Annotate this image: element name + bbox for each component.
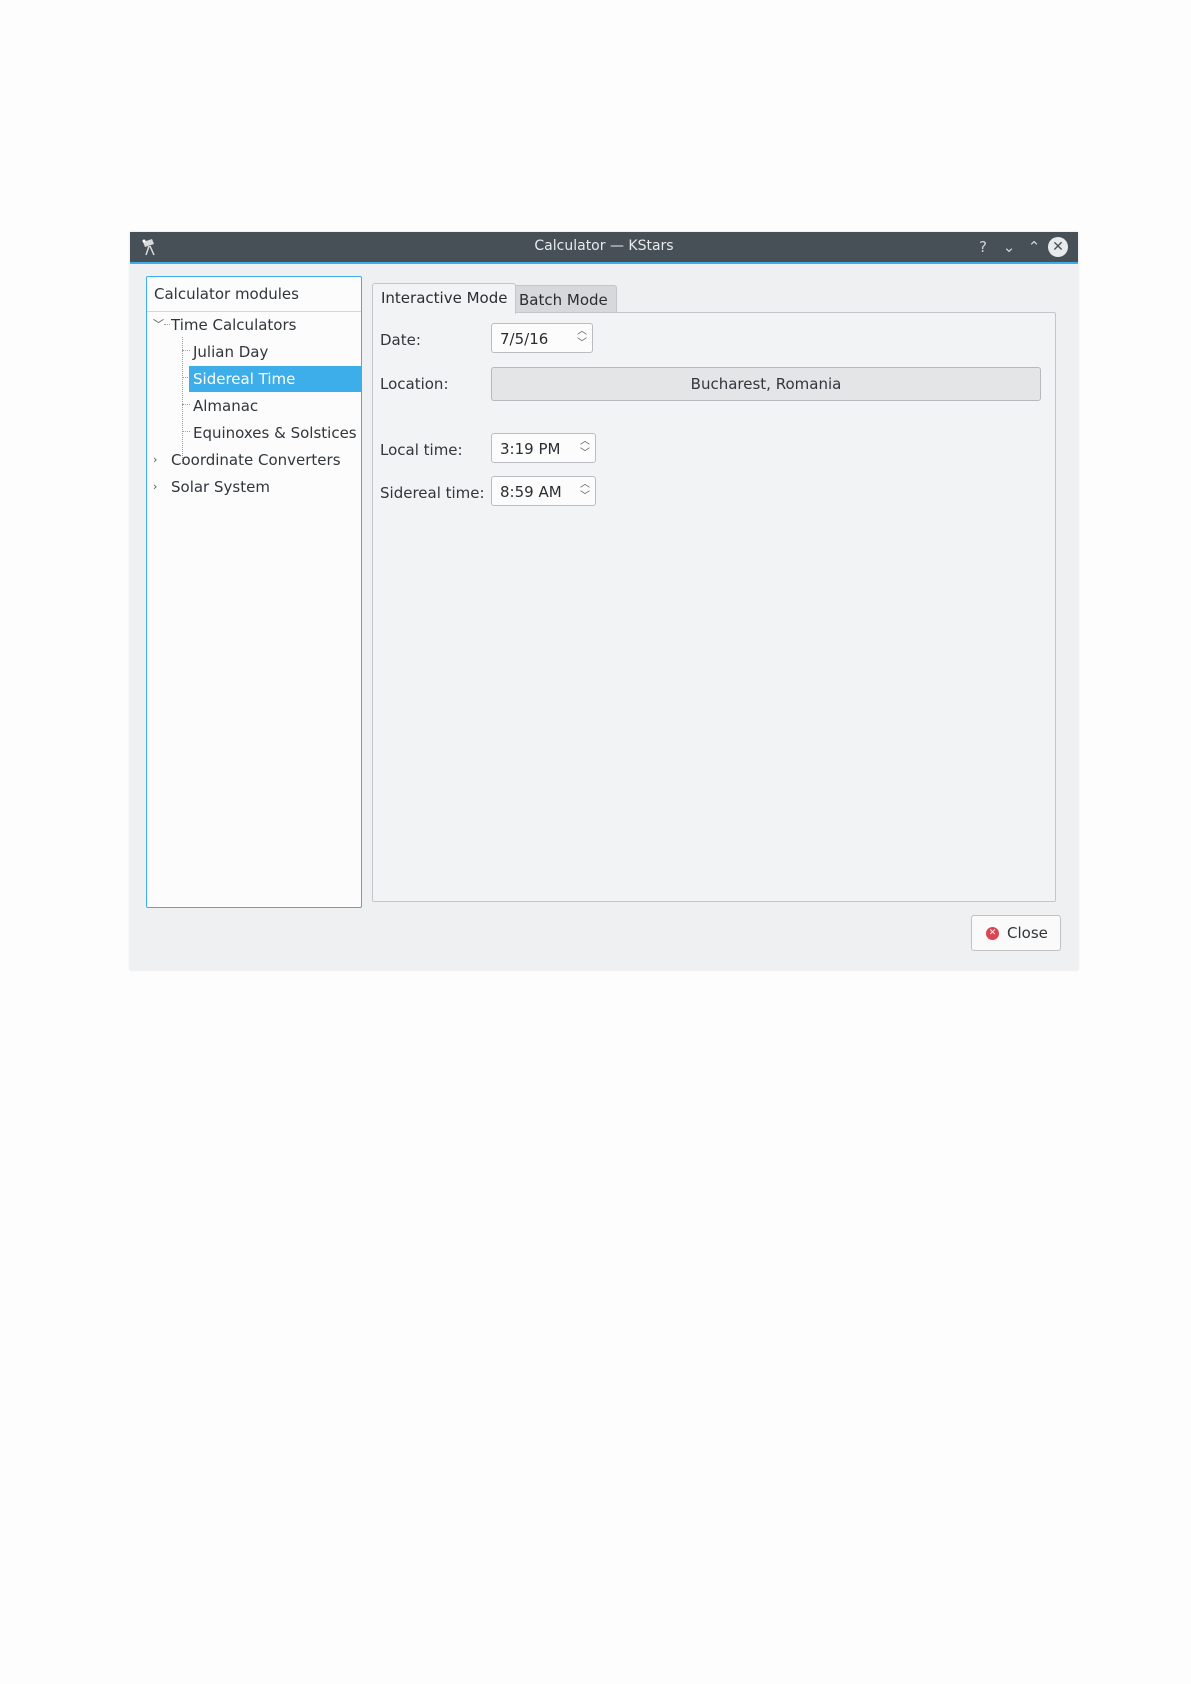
help-icon[interactable]: ? — [972, 236, 994, 258]
tree-item-julian-day[interactable]: Julian Day — [193, 339, 268, 365]
tree-item-almanac[interactable]: Almanac — [193, 393, 258, 419]
tab-interactive-mode[interactable]: Interactive Mode — [372, 283, 517, 314]
date-label: Date: — [380, 331, 421, 349]
location-button[interactable]: Bucharest, Romania — [491, 367, 1041, 401]
chevron-right-icon[interactable]: › — [153, 447, 165, 473]
close-button[interactable]: ✕ Close — [971, 915, 1061, 951]
tree-item-sidereal-time[interactable]: Sidereal Time — [189, 366, 361, 392]
date-spinbox[interactable]: 7/5/16 ︿ ﹀ — [491, 323, 593, 353]
minimize-icon[interactable]: ⌄ — [998, 236, 1020, 258]
chevron-right-icon[interactable]: › — [153, 474, 165, 500]
title-bar[interactable]: Calculator — KStars ? ⌄ ⌃ ✕ — [130, 232, 1078, 264]
tree-guide-line — [182, 404, 190, 405]
close-button-label: Close — [1007, 924, 1048, 942]
chevron-down-icon[interactable]: ﹀ — [153, 312, 165, 338]
sidereal-time-label: Sidereal time: — [380, 484, 485, 502]
sidereal-time-spinbox[interactable]: 8:59 AM ︿ ﹀ — [491, 476, 596, 506]
local-time-label: Local time: — [380, 441, 463, 459]
maximize-icon[interactable]: ⌃ — [1023, 236, 1045, 258]
tree-item-time-calculators[interactable]: Time Calculators — [171, 312, 296, 338]
sidereal-time-value: 8:59 AM — [500, 483, 562, 501]
tree-item-solar-system[interactable]: Solar System — [171, 474, 270, 500]
modules-header: Calculator modules — [147, 277, 361, 312]
spin-arrows-icon[interactable]: ︿ ﹀ — [579, 436, 591, 460]
close-circle-icon: ✕ — [986, 927, 999, 940]
location-label: Location: — [380, 375, 449, 393]
window-title: Calculator — KStars — [534, 238, 674, 254]
close-window-icon[interactable]: ✕ — [1048, 237, 1068, 257]
tree-item-equinoxes-solstices[interactable]: Equinoxes & Solstices — [193, 420, 357, 446]
calculator-modules-panel: Calculator modules ﹀ Time Calculators Ju… — [146, 276, 362, 908]
tree-guide-line — [182, 350, 190, 351]
tree-guide-line — [182, 431, 190, 432]
tree-item-coordinate-converters[interactable]: Coordinate Converters — [171, 447, 341, 473]
date-value: 7/5/16 — [500, 330, 549, 348]
calculator-window: Calculator — KStars ? ⌄ ⌃ ✕ Calculator m… — [130, 232, 1078, 970]
local-time-spinbox[interactable]: 3:19 PM ︿ ﹀ — [491, 433, 596, 463]
tree-guide-line — [182, 337, 183, 464]
spin-arrows-icon[interactable]: ︿ ﹀ — [576, 326, 588, 350]
spin-arrows-icon[interactable]: ︿ ﹀ — [579, 479, 591, 503]
local-time-value: 3:19 PM — [500, 440, 561, 458]
tab-batch-mode[interactable]: Batch Mode — [510, 285, 617, 314]
